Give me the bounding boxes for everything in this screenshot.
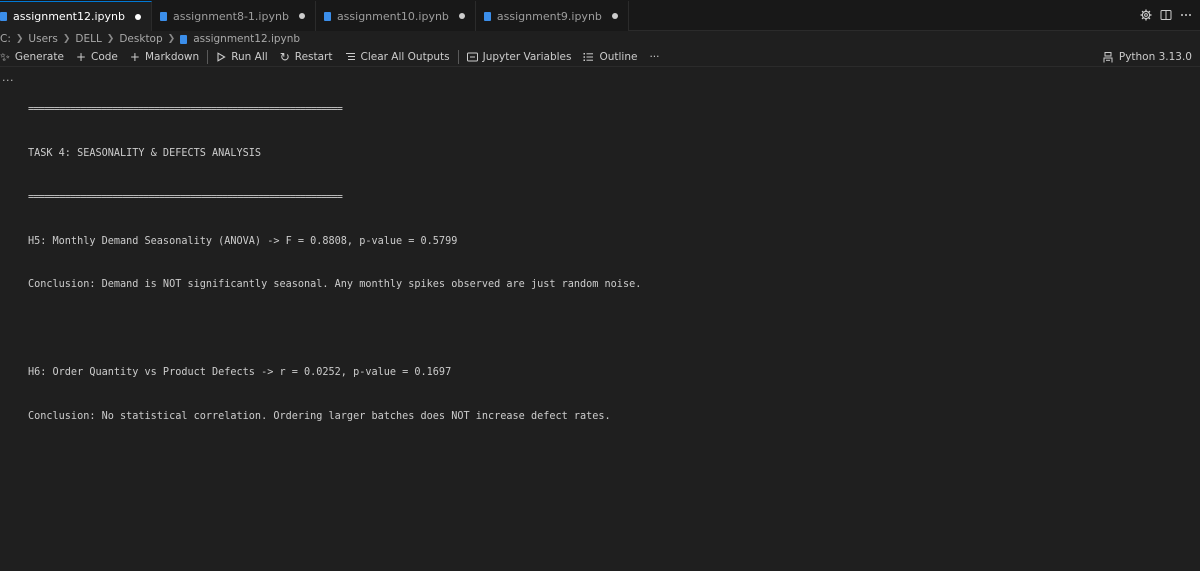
plus-icon: + — [129, 49, 140, 64]
breadcrumb: C: ❯ Users ❯ DELL ❯ Desktop ❯ assignment… — [0, 31, 1200, 47]
notebook-file-icon — [159, 11, 167, 21]
sparkle-icon: ✨︎ — [0, 49, 10, 64]
more-icon: ··· — [649, 50, 660, 63]
notebook-toolbar: ✨︎ Generate + Code + Markdown Run All ↻ … — [0, 47, 1200, 67]
jupyter-variables-label: Jupyter Variables — [482, 50, 572, 63]
kernel-picker[interactable]: Python 3.13.0 — [1103, 47, 1192, 67]
tab-label: assignment9.ipynb — [496, 9, 602, 23]
kernel-icon — [1103, 51, 1113, 62]
generate-label: Generate — [14, 50, 64, 63]
notebook-file-icon — [323, 11, 331, 21]
tab-label: assignment8-1.ipynb — [172, 9, 289, 23]
output-line: H5: Monthly Demand Seasonality (ANOVA) -… — [28, 235, 458, 247]
code-label: Code — [91, 50, 118, 63]
breadcrumb-file[interactable]: assignment12.ipynb — [193, 33, 300, 45]
outline-button[interactable]: Outline — [583, 51, 637, 63]
unsaved-dot-icon[interactable] — [458, 13, 465, 19]
cell-output-more-icon[interactable]: ··· — [2, 74, 14, 87]
chevron-right-icon: ❯ — [167, 34, 176, 44]
output-line: Conclusion: Demand is NOT significantly … — [28, 279, 642, 291]
output-line: Conclusion: No statistical correlation. … — [28, 410, 611, 422]
tab-label: assignment10.ipynb — [336, 9, 449, 23]
outline-label: Outline — [599, 50, 638, 63]
breadcrumb-users[interactable]: Users — [28, 33, 57, 45]
notebook-file-icon — [0, 12, 7, 21]
tab-label: assignment12.ipynb — [13, 10, 125, 23]
kernel-label: Python 3.13.0 — [1118, 51, 1192, 63]
tab-assignment10[interactable]: assignment10.ipynb — [315, 1, 476, 31]
restart-button[interactable]: ↻ Restart — [280, 51, 333, 63]
clear-all-outputs-label: Clear All Outputs — [360, 50, 450, 63]
markdown-label: Markdown — [144, 50, 200, 63]
restart-label: Restart — [294, 50, 333, 63]
toolbar-divider — [457, 49, 459, 64]
list-icon — [583, 52, 594, 61]
breadcrumb-drive[interactable]: C: — [0, 33, 11, 45]
breadcrumb-desktop[interactable]: Desktop — [119, 33, 162, 45]
unsaved-dot-icon[interactable] — [611, 13, 618, 19]
notebook-file-icon — [483, 11, 491, 21]
chevron-right-icon: ❯ — [15, 34, 24, 44]
output-line: ========================================… — [28, 104, 343, 116]
add-markdown-cell-button[interactable]: + Markdown — [130, 51, 199, 63]
plus-icon: + — [75, 49, 86, 64]
restart-icon: ↻ — [279, 49, 290, 64]
clear-all-outputs-button[interactable]: Clear All Outputs — [345, 51, 450, 63]
run-all-label: Run All — [231, 50, 268, 63]
run-all-button[interactable]: Run All — [216, 51, 268, 63]
toolbar-divider — [207, 49, 209, 64]
notebook-file-icon — [180, 34, 188, 44]
tab-assignment12[interactable]: assignment12.ipynb — [0, 1, 152, 31]
split-editor-icon[interactable] — [1160, 9, 1172, 21]
gear-icon[interactable] — [1140, 9, 1152, 21]
play-icon — [217, 51, 226, 62]
more-actions-icon[interactable] — [1180, 9, 1192, 21]
editor-actions — [1140, 9, 1192, 21]
breadcrumb-dell[interactable]: DELL — [75, 33, 101, 45]
cell-output: ========================================… — [28, 74, 1188, 439]
unsaved-dot-icon[interactable] — [134, 13, 141, 20]
output-line: TASK 4: SEASONALITY & DEFECTS ANALYSIS — [28, 147, 262, 159]
toolbar-more-button[interactable]: ··· — [649, 51, 659, 63]
variables-icon — [466, 52, 478, 61]
tab-assignment9[interactable]: assignment9.ipynb — [475, 1, 629, 31]
output-line: ========================================… — [28, 191, 343, 203]
editor-tab-bar: assignment12.ipynb assignment8-1.ipynb a… — [0, 0, 1200, 31]
tab-assignment8-1[interactable]: assignment8-1.ipynb — [151, 1, 316, 31]
unsaved-dot-icon[interactable] — [298, 13, 305, 19]
generate-button[interactable]: ✨︎ Generate — [0, 51, 64, 63]
chevron-right-icon: ❯ — [106, 34, 115, 44]
chevron-right-icon: ❯ — [62, 34, 71, 44]
jupyter-variables-button[interactable]: Jupyter Variables — [466, 50, 572, 63]
add-code-cell-button[interactable]: + Code — [76, 51, 118, 63]
clear-all-icon — [345, 52, 355, 60]
output-line: H6: Order Quantity vs Product Defects ->… — [28, 366, 452, 378]
